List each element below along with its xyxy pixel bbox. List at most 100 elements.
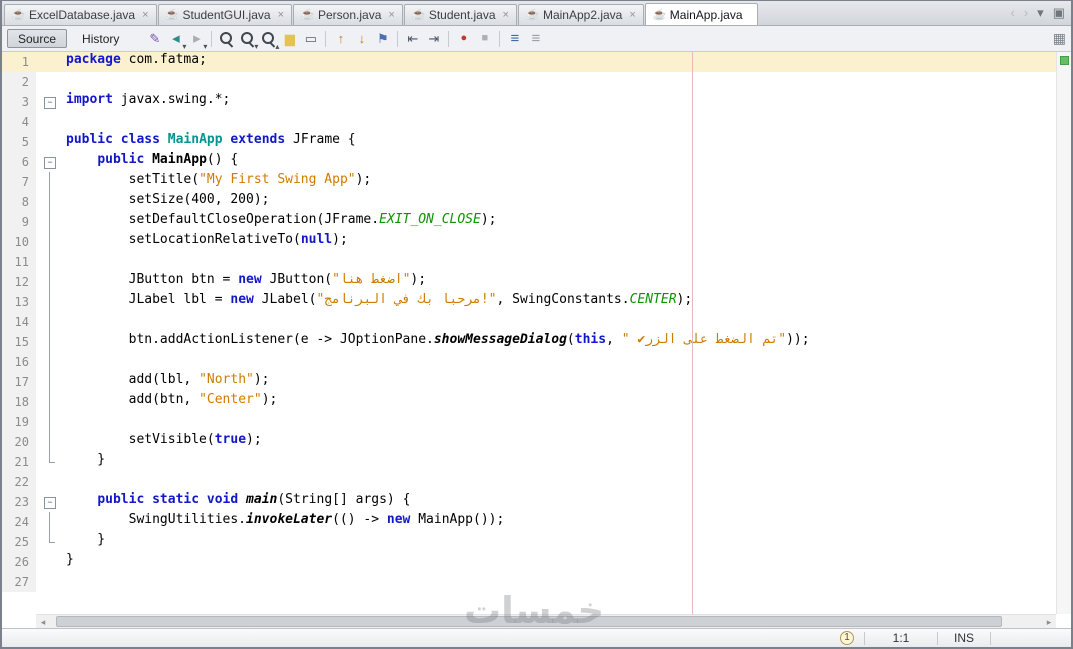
code-text[interactable]: add(btn, "Center");	[62, 392, 278, 412]
line-number[interactable]: 11	[2, 252, 36, 272]
code-text[interactable]: setSize(400, 200);	[62, 192, 270, 212]
code-text[interactable]	[62, 312, 66, 332]
code-text[interactable]: setLocationRelativeTo(null);	[62, 232, 348, 252]
code-line[interactable]: 4	[2, 112, 1056, 132]
comment-icon[interactable]: ≡	[504, 29, 525, 49]
scroll-tabs-right-icon[interactable]: ›	[1024, 6, 1028, 19]
code-text[interactable]	[62, 412, 66, 432]
editor-tab[interactable]: ExcelDatabase.java ×	[4, 4, 157, 25]
line-number[interactable]: 19	[2, 412, 36, 432]
code-text[interactable]: }	[62, 532, 105, 552]
scroll-right-icon[interactable]: ▸	[1042, 615, 1056, 629]
editor-tab[interactable]: Student.java ×	[403, 4, 517, 25]
code-line[interactable]: 21 }	[2, 452, 1056, 472]
rectangular-selection-icon[interactable]: ▭	[300, 29, 321, 49]
code-text[interactable]: }	[62, 552, 74, 572]
shift-line-right-icon[interactable]: ⇥	[423, 29, 444, 49]
find-next-occurrence-icon[interactable]: ▾	[237, 29, 258, 51]
code-text[interactable]: JButton btn = new JButton("اضغط هنا");	[62, 272, 426, 292]
code-line[interactable]: 17 add(lbl, "North");	[2, 372, 1056, 392]
editor-tab[interactable]: StudentGUI.java ×	[157, 4, 292, 25]
code-text[interactable]	[62, 112, 66, 132]
line-number[interactable]: 23	[2, 492, 36, 512]
fold-toggle-icon[interactable]	[36, 152, 62, 172]
code-line[interactable]: 18 add(btn, "Center");	[2, 392, 1056, 412]
code-text[interactable]: setVisible(true);	[62, 432, 262, 452]
code-line[interactable]: 5 public class MainApp extends JFrame {	[2, 132, 1056, 152]
code-line[interactable]: 23 public static void main(String[] args…	[2, 492, 1056, 512]
code-text[interactable]: public static void main(String[] args) {	[62, 492, 410, 512]
editor-tab[interactable]: MainApp2.java ×	[517, 4, 644, 25]
last-edited-icon[interactable]: ✎	[144, 29, 165, 49]
source-view-button[interactable]: Source	[7, 29, 68, 48]
tab-close-icon[interactable]: ×	[388, 9, 394, 21]
start-macro-recording-icon[interactable]: ●	[453, 29, 474, 49]
line-number[interactable]: 16	[2, 352, 36, 372]
code-line[interactable]: 19	[2, 412, 1056, 432]
code-text[interactable]: public class MainApp extends JFrame {	[62, 132, 356, 152]
code-text[interactable]: setTitle("My First Swing App");	[62, 172, 372, 192]
line-number[interactable]: 10	[2, 232, 36, 252]
editor-tab[interactable]: MainApp.java	[644, 3, 758, 25]
code-line[interactable]: 11	[2, 252, 1056, 272]
line-number[interactable]: 7	[2, 172, 36, 192]
code-line[interactable]: 6 public MainApp() {	[2, 152, 1056, 172]
maximize-editor-icon[interactable]: ▣	[1053, 6, 1065, 19]
toggle-highlight-search-icon[interactable]: ▆	[279, 29, 300, 49]
line-number[interactable]: 21	[2, 452, 36, 472]
line-number[interactable]: 12	[2, 272, 36, 292]
error-stripe[interactable]	[1056, 52, 1071, 614]
tab-close-icon[interactable]: ×	[503, 9, 509, 21]
code-line[interactable]: 2	[2, 72, 1056, 92]
line-number[interactable]: 15	[2, 332, 36, 352]
tab-list-dropdown-icon[interactable]: ▾	[1037, 6, 1044, 19]
code-text[interactable]: setDefaultCloseOperation(JFrame.EXIT_ON_…	[62, 212, 497, 232]
editor-tab[interactable]: Person.java ×	[293, 4, 403, 25]
line-number[interactable]: 2	[2, 72, 36, 92]
uncomment-icon[interactable]: ≡	[525, 29, 546, 49]
line-number[interactable]: 27	[2, 572, 36, 592]
code-line[interactable]: 25 }	[2, 532, 1056, 552]
line-number[interactable]: 17	[2, 372, 36, 392]
tab-close-icon[interactable]: ×	[278, 9, 284, 21]
code-line[interactable]: 7 setTitle("My First Swing App");	[2, 172, 1056, 192]
line-number[interactable]: 25	[2, 532, 36, 552]
line-number[interactable]: 1	[2, 52, 36, 72]
back-icon[interactable]: ◂ ▾	[165, 29, 186, 51]
line-number[interactable]: 13	[2, 292, 36, 312]
fold-toggle-icon[interactable]	[36, 492, 62, 512]
line-number[interactable]: 8	[2, 192, 36, 212]
editor-toolbar-options-icon[interactable]: ▦	[1053, 30, 1066, 47]
find-previous-occurrence-icon[interactable]: ▴	[258, 29, 279, 51]
toggle-bookmark-icon[interactable]: ⚑	[372, 29, 393, 49]
line-number[interactable]: 14	[2, 312, 36, 332]
line-number[interactable]: 4	[2, 112, 36, 132]
insert-mode-indicator[interactable]: INS	[938, 631, 990, 645]
code-text[interactable]	[62, 72, 66, 92]
code-text[interactable]	[62, 252, 66, 272]
code-line[interactable]: 13 JLabel lbl = new JLabel("مرحبا بك في …	[2, 292, 1056, 312]
code-text[interactable]	[62, 352, 66, 372]
fold-toggle-icon[interactable]	[36, 92, 62, 112]
find-selection-icon[interactable]	[216, 29, 237, 49]
stop-macro-recording-icon[interactable]: ■	[474, 29, 495, 49]
code-text[interactable]: btn.addActionListener(e -> JOptionPane.s…	[62, 332, 810, 352]
code-line[interactable]: 14	[2, 312, 1056, 332]
notifications-badge[interactable]: 1	[840, 631, 854, 645]
code-text[interactable]: import javax.swing.*;	[62, 92, 230, 112]
line-number[interactable]: 5	[2, 132, 36, 152]
code-text[interactable]: public MainApp() {	[62, 152, 238, 172]
code-text[interactable]	[62, 572, 66, 592]
code-line[interactable]: 24 SwingUtilities.invokeLater(() -> new …	[2, 512, 1056, 532]
code-line[interactable]: 22	[2, 472, 1056, 492]
code-line[interactable]: 8 setSize(400, 200);	[2, 192, 1056, 212]
code-line[interactable]: 9 setDefaultCloseOperation(JFrame.EXIT_O…	[2, 212, 1056, 232]
code-line[interactable]: 12 JButton btn = new JButton("اضغط هنا")…	[2, 272, 1056, 292]
code-line[interactable]: 16	[2, 352, 1056, 372]
code-text[interactable]: }	[62, 452, 105, 472]
code-line[interactable]: 15 btn.addActionListener(e -> JOptionPan…	[2, 332, 1056, 352]
history-view-button[interactable]: History	[71, 29, 130, 48]
previous-bookmark-icon[interactable]: ↑	[330, 29, 351, 49]
next-bookmark-icon[interactable]: ↓	[351, 29, 372, 49]
no-errors-badge[interactable]	[1059, 56, 1069, 65]
